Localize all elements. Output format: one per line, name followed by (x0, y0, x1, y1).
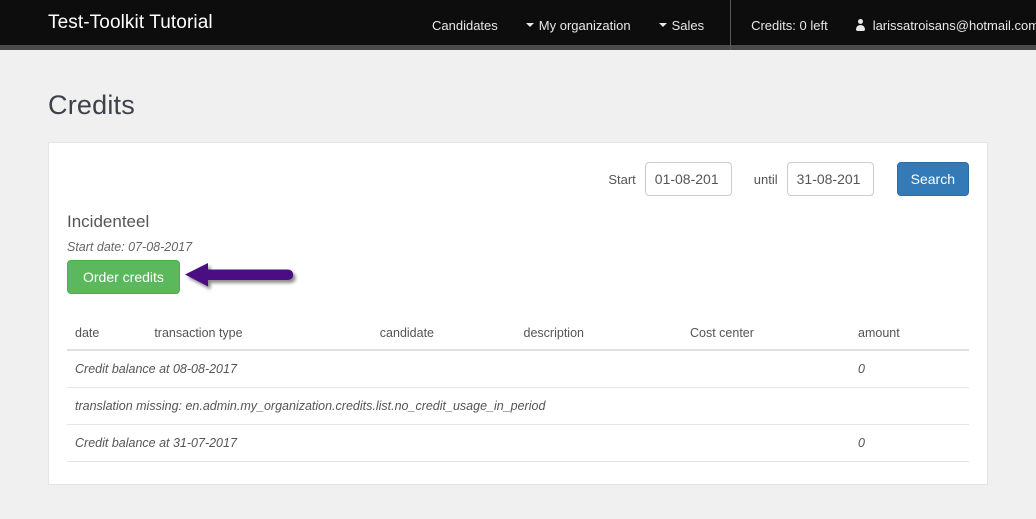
cell-description: Credit balance at 31-07-2017 (67, 424, 850, 462)
user-menu[interactable]: larissatroisans@hotmail.com (842, 18, 1036, 33)
credits-table: date transaction type candidate descript… (67, 322, 969, 462)
cell-description: Credit balance at 08-08-2017 (67, 350, 850, 388)
table-header-row: date transaction type candidate descript… (67, 322, 969, 351)
nav-item-label: Sales (671, 17, 705, 33)
table-row: Credit balance at 31-07-2017 0 (67, 424, 969, 462)
navbar-divider (730, 0, 732, 50)
column-header-date: date (67, 322, 147, 351)
until-date-input[interactable] (786, 162, 874, 196)
top-navbar: Test-Toolkit Tutorial Candidates My orga… (0, 0, 1036, 50)
nav-item-candidates[interactable]: Candidates (418, 18, 512, 33)
user-email-label: larissatroisans@hotmail.com (872, 17, 1036, 33)
credits-card: Start until Search Incidenteel Start dat… (48, 142, 988, 485)
page-container: Credits Start until Search Incidenteel S… (0, 90, 1036, 485)
column-header-transaction-type: transaction type (146, 322, 372, 351)
caret-down-icon (658, 23, 667, 27)
caret-down-icon (525, 23, 534, 27)
cell-amount: 0 (850, 350, 969, 388)
column-header-description: description (515, 322, 682, 351)
column-header-cost-center: Cost center (682, 322, 850, 351)
column-header-candidate: candidate (371, 322, 516, 351)
brand-logo[interactable]: Test-Toolkit Tutorial (48, 12, 213, 34)
order-credits-row: Order credits (67, 260, 969, 294)
until-date-label: until (753, 171, 778, 187)
page-title: Credits (48, 90, 135, 120)
order-credits-button[interactable]: Order credits (67, 260, 180, 294)
navbar-links: Candidates My organization Sales Credits… (418, 0, 1036, 50)
search-button[interactable]: Search (896, 162, 969, 196)
table-row: Credit balance at 08-08-2017 0 (67, 350, 969, 388)
nav-item-sales[interactable]: Sales (645, 18, 719, 33)
user-icon (855, 19, 865, 31)
nav-item-label: Candidates (432, 17, 498, 33)
cell-translation-missing: translation missing: en.admin.my_organiz… (67, 387, 969, 425)
section-start-date: Start date: 07-08-2017 (67, 240, 193, 254)
start-date-label: Start (608, 171, 636, 187)
credits-table-body: Credit balance at 08-08-2017 0 translati… (67, 350, 969, 462)
section-title-incidenteel: Incidenteel (67, 212, 150, 231)
credits-filter-form: Start until Search (67, 143, 969, 196)
start-date-input[interactable] (644, 162, 732, 196)
table-row: translation missing: en.admin.my_organiz… (67, 387, 969, 425)
arrow-left-annotation-icon (185, 263, 294, 287)
column-header-amount: amount (850, 322, 969, 351)
credits-table-head: date transaction type candidate descript… (67, 322, 969, 351)
nav-item-label: My organization (538, 17, 631, 33)
cell-amount: 0 (850, 424, 969, 462)
nav-item-my-organization[interactable]: My organization (512, 18, 645, 33)
credits-status: Credits: 0 left (751, 17, 828, 33)
